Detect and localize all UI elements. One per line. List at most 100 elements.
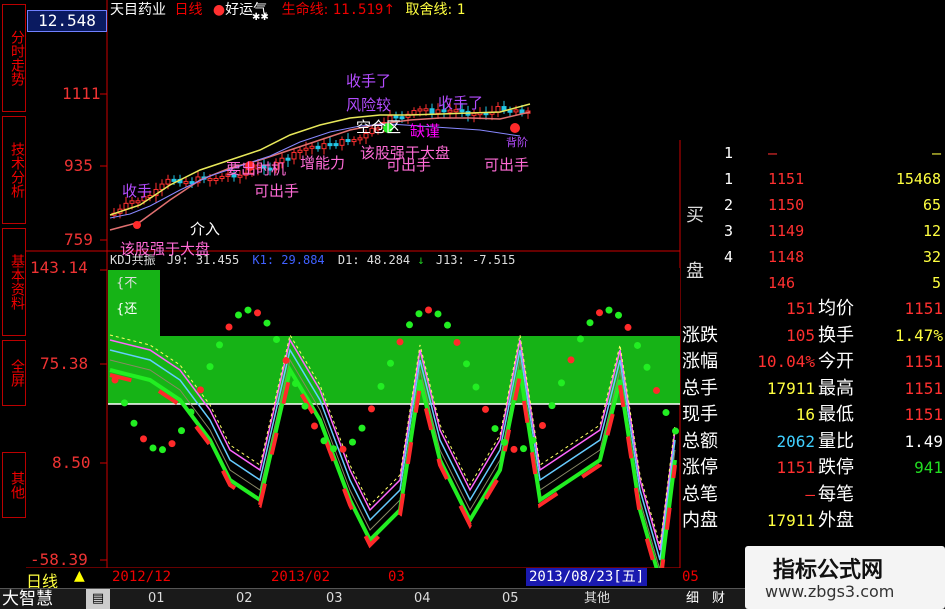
- life-line-label: 生命线:: [281, 2, 329, 18]
- axis-label: 8.50: [52, 453, 91, 472]
- order-book-row: 146 5: [680, 270, 945, 296]
- stat-value: 17911: [766, 378, 815, 398]
- stat-value: 941: [914, 458, 943, 477]
- stat-value: 1151: [904, 405, 943, 424]
- kdj-dot: [529, 436, 537, 444]
- triangle-icon: ▲: [74, 568, 85, 584]
- kdj-dot: [539, 422, 546, 430]
- kdj-dot: [178, 427, 185, 435]
- candle: [411, 110, 417, 115]
- kdj-dot: [292, 380, 299, 388]
- chart-annotation: 该股强于大盘: [120, 240, 211, 258]
- bottom-tab[interactable]: 其他: [584, 589, 610, 609]
- kdj-k1: K1: 29.884: [252, 253, 325, 267]
- order-level: 1: [724, 144, 734, 162]
- stat-row: 总额 2062 量比 1.49: [680, 429, 945, 455]
- stat-label: 涨跌: [682, 324, 718, 346]
- kdj-dot: [206, 363, 214, 371]
- kdj-dot: [244, 306, 252, 314]
- order-book-row: 3 1149 12: [680, 218, 945, 244]
- candle: [501, 106, 507, 111]
- kdj-dot: [491, 425, 499, 433]
- candle: [423, 108, 429, 112]
- order-volume: 12: [922, 222, 941, 240]
- kdj-dot: [168, 440, 176, 448]
- take-line-value: 1: [456, 2, 466, 18]
- watermark-title: 指标公式网: [773, 558, 884, 583]
- order-level: 2: [724, 196, 734, 214]
- candle: [123, 202, 129, 210]
- kdj-dot: [301, 402, 309, 410]
- chart-annotation: 可出手: [484, 156, 530, 174]
- kdj-dot: [653, 386, 660, 394]
- candle: [285, 157, 291, 161]
- bottom-tab[interactable]: 03: [326, 589, 343, 609]
- kdj-dot: [187, 408, 195, 416]
- brand-name: 大智慧: [2, 589, 53, 609]
- chart-annotation: 空仓区: [356, 118, 402, 136]
- order-volume: 65: [922, 196, 941, 214]
- stat-label: 换手: [818, 324, 854, 346]
- finance-tab[interactable]: 财: [712, 589, 725, 609]
- candle: [339, 139, 345, 146]
- bottom-tab[interactable]: 04: [414, 589, 431, 609]
- kdj-dot: [396, 338, 404, 346]
- stat-value: 1.47%: [894, 325, 943, 345]
- kdj-dot: [111, 376, 119, 384]
- stat-value: 1151: [904, 299, 943, 318]
- kdj-dot: [406, 321, 413, 329]
- bottom-tab[interactable]: 02: [236, 589, 253, 609]
- candle: [345, 139, 351, 143]
- chart-annotation: 介入: [190, 220, 221, 238]
- kdj-dot: [624, 323, 632, 331]
- menu-button[interactable]: ▤: [86, 589, 110, 609]
- candle: [333, 143, 339, 147]
- detail-tab[interactable]: 细: [686, 589, 699, 609]
- kdj-dot: [482, 405, 489, 413]
- stat-value: 1151: [904, 352, 943, 371]
- candle: [357, 137, 363, 141]
- stat-label: 每笔: [818, 483, 854, 505]
- axis-label: 1111: [62, 84, 101, 103]
- kdj-dot: [368, 405, 375, 413]
- kdj-j13: J13: -7.515: [435, 253, 516, 267]
- kdj-dot: [130, 419, 138, 427]
- stat-value: 1151: [776, 458, 815, 477]
- candle: [351, 139, 357, 143]
- kdj-dot: [662, 409, 670, 417]
- kdj-dot: [140, 435, 147, 443]
- chart-annotation: 缺谨: [410, 122, 441, 140]
- current-date: 2013/08/23[五]: [526, 568, 648, 586]
- chart-annotation: 风险较: [346, 96, 392, 114]
- stat-label: 总手: [682, 377, 718, 399]
- kdj-dot: [453, 338, 461, 346]
- axis-label: -58.39: [30, 550, 88, 569]
- stat-value: 1.49: [904, 431, 943, 451]
- kdj-dot: [197, 386, 204, 394]
- stat-row: 总笔 — 每笔: [680, 482, 945, 508]
- order-price: 1149: [768, 222, 805, 240]
- chart-annotation: 可出手: [386, 156, 432, 174]
- kdj-dot: [548, 402, 556, 410]
- kdj-dot: [320, 437, 328, 445]
- kdj-dot: [282, 356, 290, 364]
- candle: [309, 145, 315, 149]
- order-volume: —: [931, 144, 941, 162]
- candle: [213, 178, 219, 182]
- candle: [417, 108, 423, 112]
- stock-terminal: { "header": { "stock_name": "天目药业", "per…: [0, 0, 945, 609]
- bottom-tab[interactable]: 01: [148, 589, 165, 609]
- candle: [429, 108, 435, 114]
- period-label: 日线: [174, 2, 203, 18]
- candle: [513, 109, 519, 113]
- time-axis: 日线 ▲ 2012/12 2013/02 03 2013/08/23[五] 05: [26, 568, 699, 591]
- stat-label: 内盘: [682, 510, 718, 531]
- chart-annotation: 收手了: [438, 94, 484, 112]
- order-price: 1151: [768, 170, 805, 188]
- stat-row: 涨跌 105 换手 1.47%: [680, 323, 945, 349]
- kdj-dot: [339, 445, 347, 453]
- bottom-tab[interactable]: 05: [502, 589, 519, 609]
- candle: [165, 178, 171, 185]
- stat-row: 涨停 1151 跌停 941: [680, 455, 945, 481]
- kdj-dot: [273, 336, 280, 344]
